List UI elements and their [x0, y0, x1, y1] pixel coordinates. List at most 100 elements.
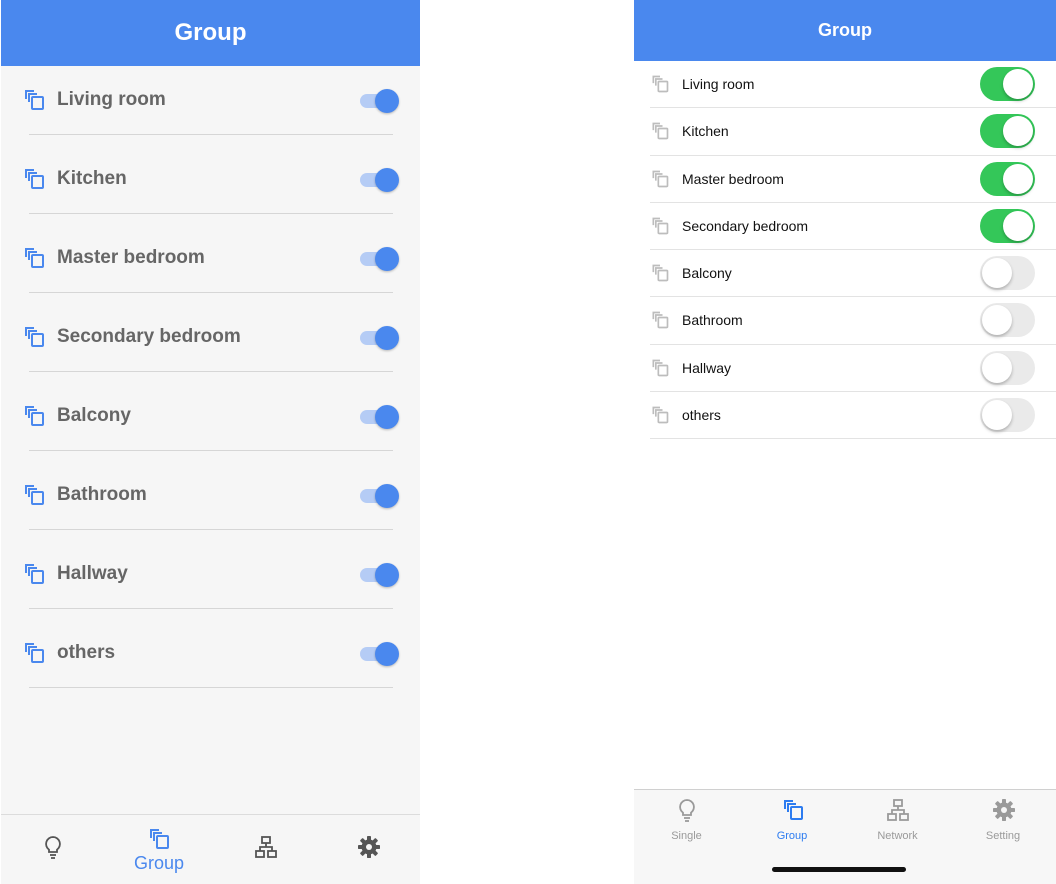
list-item: Hallway: [634, 345, 1056, 393]
group-toggle[interactable]: [980, 114, 1035, 149]
toggle-thumb: [375, 89, 399, 113]
nav-item-network[interactable]: [221, 815, 311, 884]
list-item: Secondary bedroom: [1, 303, 420, 382]
group-label: Living room: [57, 89, 166, 110]
group-label: Bathroom: [682, 312, 743, 329]
toggle-thumb: [982, 352, 1012, 383]
divider: [29, 292, 393, 293]
divider: [650, 438, 1056, 440]
group-toggle[interactable]: [980, 303, 1035, 338]
group-toggle[interactable]: [980, 67, 1035, 101]
group-toggle[interactable]: [360, 168, 400, 192]
toggle-thumb: [375, 247, 399, 271]
android-screen: Group Living room Kitchen Master bedroom Se…: [1, 0, 420, 884]
toggle-thumb: [1003, 116, 1033, 147]
group-icon: [22, 246, 46, 270]
group-toggle[interactable]: [360, 247, 400, 271]
divider: [29, 450, 393, 451]
divider: [29, 371, 393, 372]
nav-item-group[interactable]: Group: [114, 815, 204, 884]
group-toggle[interactable]: [360, 563, 400, 587]
list-item: Master bedroom: [634, 156, 1056, 203]
group-toggle[interactable]: [980, 350, 1035, 385]
list-item: Balcony: [634, 250, 1056, 298]
group-icon: [22, 483, 46, 507]
toggle-thumb: [982, 400, 1012, 431]
group-toggle[interactable]: [360, 642, 400, 666]
tab-label: Setting: [985, 830, 1021, 842]
group-icon: [650, 263, 670, 283]
group-icon: [650, 169, 670, 189]
list-item: Kitchen: [634, 108, 1056, 156]
tab-label: Network: [877, 830, 918, 842]
nav-item-gear[interactable]: [324, 815, 414, 884]
toggle-thumb: [375, 326, 399, 350]
toggle-thumb: [375, 484, 399, 508]
group-icon: [650, 121, 670, 141]
divider: [29, 134, 393, 135]
group-toggle[interactable]: [980, 256, 1035, 291]
list-item: Balcony: [1, 382, 420, 461]
toggle-thumb: [375, 405, 399, 429]
list-item: Master bedroom: [1, 224, 420, 303]
group-label: Balcony: [57, 405, 131, 426]
group-icon: [650, 74, 670, 94]
group-label: Hallway: [682, 359, 732, 376]
list-item: others: [634, 392, 1056, 440]
group-toggle[interactable]: [360, 326, 400, 350]
page-title: Group: [174, 19, 247, 46]
toggle-thumb: [1003, 210, 1033, 241]
ios-screen: Group Living room Kitchen Master bedroom Se…: [634, 0, 1056, 884]
tab-network[interactable]: Network: [845, 790, 950, 850]
home-indicator: [772, 867, 906, 872]
app-header: Group: [1, 0, 420, 66]
group-icon: [22, 404, 46, 428]
nav-item-bulb[interactable]: [8, 815, 98, 884]
group-label: Secondary bedroom: [57, 326, 241, 347]
group-icon: [22, 641, 46, 665]
tab-label: Group: [776, 830, 808, 842]
page-title: Group: [818, 20, 872, 40]
tab-group[interactable]: Group: [740, 790, 845, 850]
toggle-thumb: [982, 258, 1012, 289]
group-icon: [650, 216, 670, 236]
list-item: Living room: [634, 61, 1056, 109]
group-toggle[interactable]: [360, 405, 400, 429]
group-label: Kitchen: [682, 123, 729, 140]
tab-single[interactable]: Single: [634, 790, 739, 850]
group-toggle[interactable]: [980, 208, 1035, 243]
list-item: Bathroom: [1, 461, 420, 540]
group-toggle[interactable]: [360, 89, 400, 113]
group-label: Balcony: [682, 265, 732, 282]
group-icon: [22, 562, 46, 586]
nav-label: Group: [133, 853, 185, 873]
tab-setting[interactable]: Setting: [951, 790, 1056, 850]
list-item: Bathroom: [634, 297, 1056, 345]
tab-bar: Single Group Network Setting: [634, 789, 1056, 884]
group-toggle[interactable]: [360, 484, 400, 508]
bottom-nav: Group: [1, 814, 420, 884]
group-icon: [22, 325, 46, 349]
group-icon: [22, 167, 46, 191]
divider: [29, 213, 393, 214]
group-toggle[interactable]: [980, 161, 1035, 196]
divider: [29, 687, 393, 688]
list-item: others: [1, 619, 420, 698]
divider: [29, 608, 393, 609]
tab-label: Single: [671, 830, 702, 842]
group-toggle[interactable]: [980, 398, 1035, 433]
toggle-thumb: [375, 168, 399, 192]
group-label: Bathroom: [57, 484, 147, 505]
group-label: Secondary bedroom: [682, 217, 809, 234]
list-item: Secondary bedroom: [634, 203, 1056, 251]
group-icon: [650, 405, 670, 425]
list-item: Kitchen: [1, 145, 420, 224]
group-label: others: [57, 642, 116, 663]
toggle-thumb: [375, 563, 399, 587]
group-label: Master bedroom: [682, 170, 784, 187]
divider: [29, 529, 393, 530]
app-header: Group: [634, 0, 1056, 61]
group-label: others: [682, 407, 721, 424]
toggle-thumb: [982, 305, 1012, 336]
list-item: Hallway: [1, 540, 420, 619]
